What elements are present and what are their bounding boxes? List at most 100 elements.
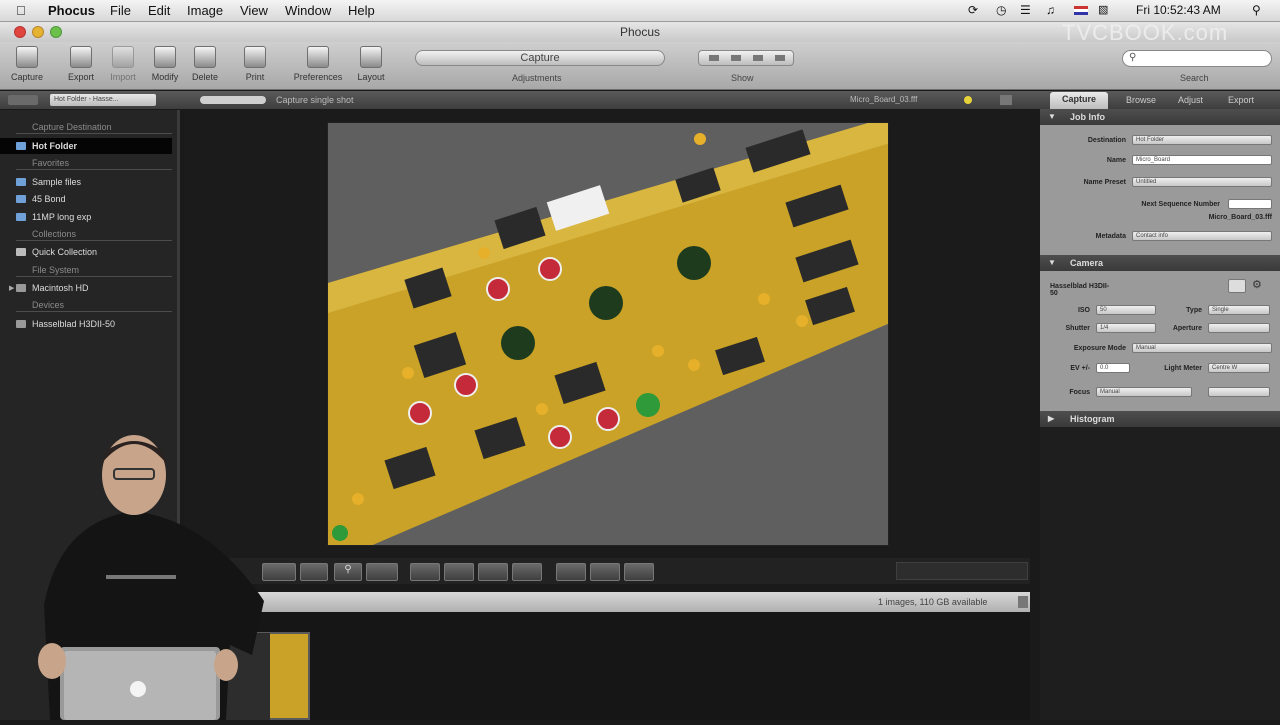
light-meter-select[interactable]: Centre W — [1208, 363, 1270, 373]
section-favorites[interactable]: Favorites — [16, 158, 172, 170]
iso-select[interactable]: 50 — [1096, 305, 1156, 315]
sidebar-item-sample-files[interactable]: Sample files — [16, 174, 172, 190]
tab-capture[interactable]: Capture — [1050, 92, 1109, 109]
section-capture-destination[interactable]: Capture Destination — [16, 122, 172, 134]
import-button[interactable]: Import — [100, 44, 146, 88]
next-image-button[interactable] — [590, 563, 620, 581]
print-button[interactable]: Print — [232, 44, 278, 88]
wifi-icon[interactable]: ☰ — [1020, 3, 1031, 17]
trash-icon — [194, 46, 216, 68]
metadata-select[interactable]: Contact info — [1132, 231, 1272, 241]
camera-section-header[interactable]: ▼ Camera — [1040, 255, 1280, 271]
window-title-bar: Phocus TVCBOOK.com — [0, 20, 1280, 45]
crop-button[interactable] — [478, 563, 508, 581]
wrench-icon[interactable]: ⚙ — [1252, 278, 1262, 291]
filmstrip-toggle-icon[interactable] — [1018, 596, 1028, 608]
rating-controls[interactable] — [896, 562, 1028, 580]
sidebar-item-macintosh-hd[interactable]: Macintosh HD — [16, 280, 172, 296]
flag-icon[interactable] — [1074, 6, 1088, 15]
section-devices[interactable]: Devices — [16, 300, 172, 312]
fullscreen-button[interactable] — [512, 563, 542, 581]
rotate-button[interactable] — [624, 563, 654, 581]
focus-select[interactable]: Manual — [1096, 387, 1192, 397]
tab-browse[interactable]: Browse — [1126, 95, 1156, 105]
sidebar-item-label: 11MP long exp — [32, 212, 92, 222]
close-window-icon[interactable] — [14, 26, 26, 38]
iso-label: ISO — [1077, 307, 1090, 314]
type-select[interactable]: Single — [1208, 305, 1270, 315]
nav-back-forward[interactable] — [8, 95, 38, 105]
view-list-icon[interactable] — [775, 55, 785, 61]
sidebar-item-45-bond[interactable]: 45 Bond — [16, 191, 172, 207]
import-button-label: Import — [110, 72, 136, 82]
tab-adjust[interactable]: Adjust — [1178, 95, 1203, 105]
view-split-icon[interactable] — [731, 55, 741, 61]
menu-app-name[interactable]: Phocus — [48, 3, 95, 18]
search-input[interactable]: ⚲ — [1122, 50, 1272, 67]
view-grid-icon[interactable] — [753, 55, 763, 61]
time-machine-icon[interactable]: ◷ — [996, 3, 1006, 17]
name-preset-select[interactable]: Untitled — [1132, 177, 1272, 187]
menu-window[interactable]: Window — [285, 3, 331, 18]
focus-label: Focus — [1069, 389, 1090, 396]
menu-view[interactable]: View — [240, 3, 268, 18]
menu-edit[interactable]: Edit — [148, 3, 170, 18]
delete-button[interactable]: Delete — [182, 44, 228, 88]
capture-progress-slider[interactable] — [200, 96, 266, 104]
section-header-label: Favorites — [32, 158, 70, 168]
menu-help[interactable]: Help — [348, 3, 375, 18]
sidebar-item-hot-folder[interactable]: Hot Folder — [0, 138, 172, 154]
disclosure-right-icon: ▶ — [1048, 414, 1055, 423]
aperture-select[interactable] — [1208, 323, 1270, 333]
capture-button[interactable]: Capture — [4, 44, 50, 88]
show-view-control[interactable] — [698, 50, 794, 66]
tab-export[interactable]: Export — [1228, 95, 1254, 105]
folder-select[interactable]: Hot Folder - Hasse... — [50, 94, 156, 106]
section-file-system[interactable]: File System — [16, 265, 172, 277]
section-collections[interactable]: Collections — [16, 229, 172, 241]
volume-icon[interactable]: ♫ — [1046, 3, 1055, 17]
exposure-mode-select[interactable]: Manual — [1132, 343, 1272, 353]
compare-left-button[interactable] — [410, 563, 440, 581]
eyedropper-tool-button[interactable] — [300, 563, 328, 581]
preview-image[interactable] — [327, 122, 889, 546]
disclosure-triangle-icon[interactable]: ▶ — [9, 284, 14, 292]
panel-toggle-icon[interactable] — [1000, 95, 1012, 105]
preferences-button[interactable]: Preferences — [290, 44, 346, 88]
sidebar-item-label: Macintosh HD — [32, 283, 89, 293]
menu-file[interactable]: File — [110, 3, 131, 18]
search-icon: ⚲ — [1129, 52, 1137, 63]
layout-button[interactable]: Layout — [348, 44, 394, 88]
spotlight-icon[interactable]: ⚲ — [1252, 3, 1261, 17]
sidebar-item-camera[interactable]: Hasselblad H3DII-50 — [16, 316, 172, 332]
apple-icon[interactable]:  — [16, 3, 26, 18]
name-preset-label: Name Preset — [1083, 179, 1126, 186]
sidebar-item-11mp-long-exp[interactable]: 11MP long exp — [16, 209, 172, 225]
zoom-tool-button[interactable]: ⚲ — [334, 563, 362, 581]
export-button[interactable]: Export — [58, 44, 104, 88]
battery-icon[interactable]: ▧ — [1098, 3, 1108, 16]
minimize-window-icon[interactable] — [32, 26, 44, 38]
histogram-section-header[interactable]: ▶ Histogram — [1040, 411, 1280, 427]
compare-right-button[interactable] — [444, 563, 474, 581]
view-single-icon[interactable] — [709, 55, 719, 61]
camera-settings-button[interactable] — [1228, 279, 1246, 293]
folder-icon — [16, 213, 26, 221]
menu-image[interactable]: Image — [187, 3, 223, 18]
hand-tool-button[interactable] — [366, 563, 398, 581]
job-info-section-header[interactable]: ▼ Job Info — [1040, 109, 1280, 125]
filmstrip[interactable] — [184, 612, 1030, 720]
shutter-select[interactable]: 1/4 — [1096, 323, 1156, 333]
sync-icon[interactable]: ⟳ — [968, 3, 978, 17]
zoom-window-icon[interactable] — [50, 26, 62, 38]
menu-clock[interactable]: Fri 10:52:43 AM — [1136, 3, 1221, 17]
magnifier-icon: ⚲ — [344, 564, 352, 575]
previous-image-button[interactable] — [556, 563, 586, 581]
next-sequence-field[interactable] — [1228, 199, 1272, 209]
destination-select[interactable]: Hot Folder — [1132, 135, 1272, 145]
ev-field[interactable]: 0.0 — [1096, 363, 1130, 373]
sidebar-item-quick-collection[interactable]: Quick Collection — [16, 244, 172, 260]
name-field[interactable]: Micro_Board — [1132, 155, 1272, 165]
mode-segment-control[interactable]: Capture — [415, 50, 665, 66]
focus-adjust-control[interactable] — [1208, 387, 1270, 397]
